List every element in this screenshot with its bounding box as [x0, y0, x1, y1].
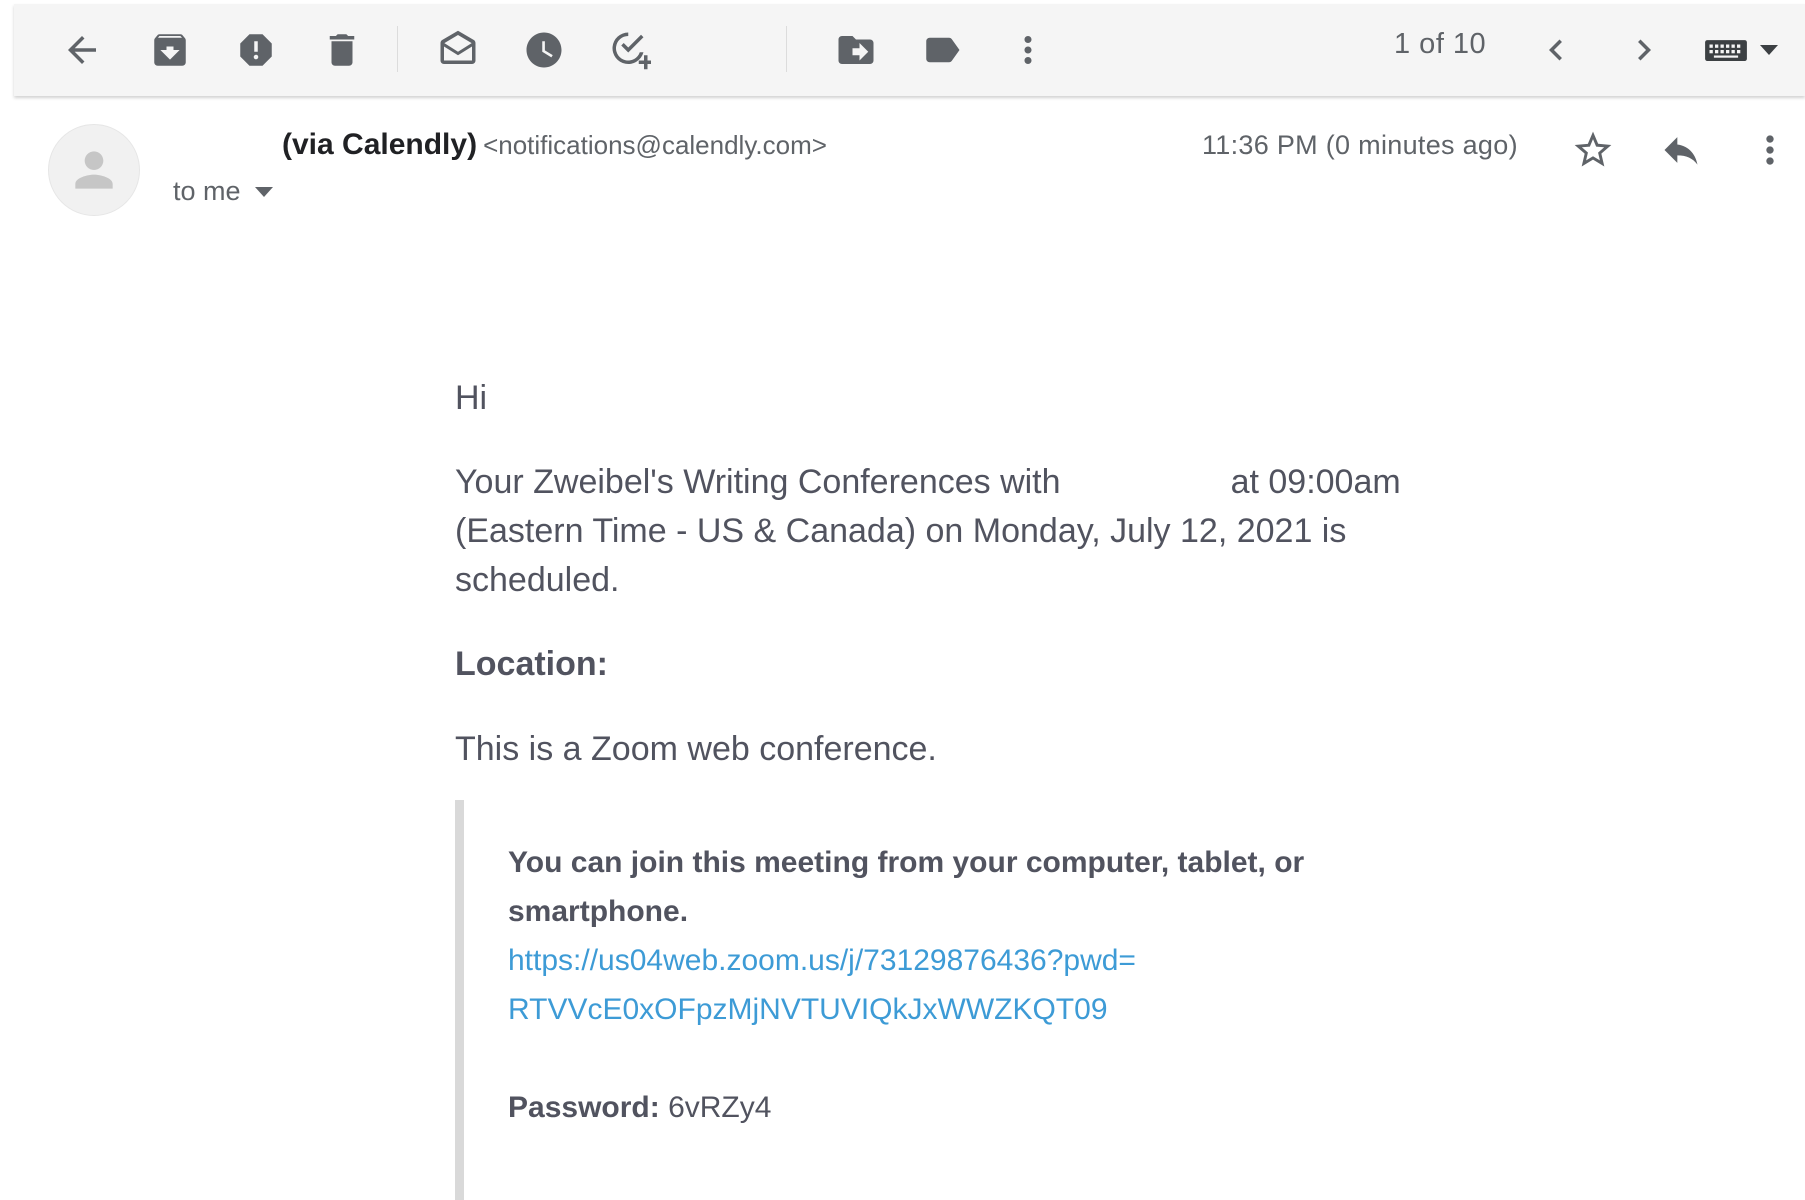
- recipient-details-toggle[interactable]: to me: [173, 176, 273, 207]
- archive-icon: [154, 34, 186, 66]
- label-icon: [926, 37, 960, 63]
- avatar[interactable]: [48, 124, 140, 216]
- person-icon: [75, 151, 113, 189]
- chevron-right-icon: [1638, 39, 1651, 61]
- chevron-left-icon: [1549, 39, 1562, 61]
- recipient-label: to me: [173, 176, 241, 206]
- mark-unread-button[interactable]: [430, 22, 486, 78]
- older-button[interactable]: [1616, 22, 1672, 78]
- newer-button[interactable]: [1528, 22, 1584, 78]
- add-task-icon: [612, 32, 651, 70]
- location-label: Location:: [455, 645, 608, 683]
- more-actions-button[interactable]: [1000, 22, 1056, 78]
- password-line: Password: 6vRZy4: [508, 1083, 1388, 1132]
- join-instructions: You can join this meeting from your comp…: [508, 846, 1305, 928]
- timestamp: 11:36 PM (0 minutes ago): [1202, 130, 1518, 160]
- move-to-button[interactable]: [828, 22, 884, 78]
- more-vert-icon: [1024, 36, 1032, 64]
- sender-email: <notifications@calendly.com>: [483, 130, 827, 160]
- chevron-down-icon: [1760, 45, 1778, 55]
- more-options-button[interactable]: [1742, 122, 1798, 178]
- chevron-down-icon: [254, 186, 273, 197]
- zoom-link[interactable]: https://us04web.zoom.us/j/73129876436?pw…: [508, 936, 1388, 1034]
- location-paragraph: This is a Zoom web conference.: [455, 730, 937, 768]
- password-value: 6vRZy4: [668, 1091, 772, 1124]
- sender-line: (via Calendly) <notifications@calendly.co…: [282, 128, 827, 162]
- reply-icon: [1664, 137, 1698, 165]
- labels-button[interactable]: [914, 22, 970, 78]
- arrow-back-icon: [68, 36, 96, 64]
- keyboard-icon: [1705, 40, 1747, 61]
- mark-unread-icon: [440, 30, 476, 64]
- zoom-link-line1: https://us04web.zoom.us/j/73129876436?pw…: [508, 944, 1136, 977]
- pager-count: 1 of 10: [1394, 28, 1487, 60]
- reply-button[interactable]: [1653, 122, 1709, 178]
- back-button[interactable]: [54, 22, 110, 78]
- star-icon: [1574, 131, 1612, 167]
- input-tools-button[interactable]: [1704, 22, 1804, 78]
- trash-icon: [329, 34, 355, 66]
- move-to-icon: [838, 36, 874, 64]
- password-label: Password:: [508, 1091, 660, 1124]
- star-button[interactable]: [1565, 122, 1621, 178]
- archive-button[interactable]: [142, 22, 198, 78]
- report-spam-button[interactable]: [228, 22, 284, 78]
- toolbar-divider: [786, 26, 787, 72]
- more-vert-icon: [1766, 135, 1774, 165]
- meeting-details-quote: You can join this meeting from your comp…: [455, 800, 1424, 1200]
- greeting: Hi: [455, 379, 488, 417]
- report-spam-icon: [240, 34, 272, 66]
- clock-icon: [526, 32, 562, 68]
- toolbar: 1 of 10: [14, 4, 1805, 96]
- sender-name[interactable]: (via Calendly): [282, 128, 477, 161]
- schedule-paragraph: Your Zweibel's Writing Conferences with …: [455, 463, 1401, 599]
- toolbar-divider: [397, 26, 398, 72]
- snooze-button[interactable]: [516, 22, 572, 78]
- delete-button[interactable]: [314, 22, 370, 78]
- zoom-link-line2: RTVVcE0xOFpzMjNVTUVIQkJxWWZKQT09: [508, 993, 1108, 1026]
- meeting-details: You can join this meeting from your comp…: [508, 838, 1388, 1132]
- add-to-tasks-button[interactable]: [602, 22, 658, 78]
